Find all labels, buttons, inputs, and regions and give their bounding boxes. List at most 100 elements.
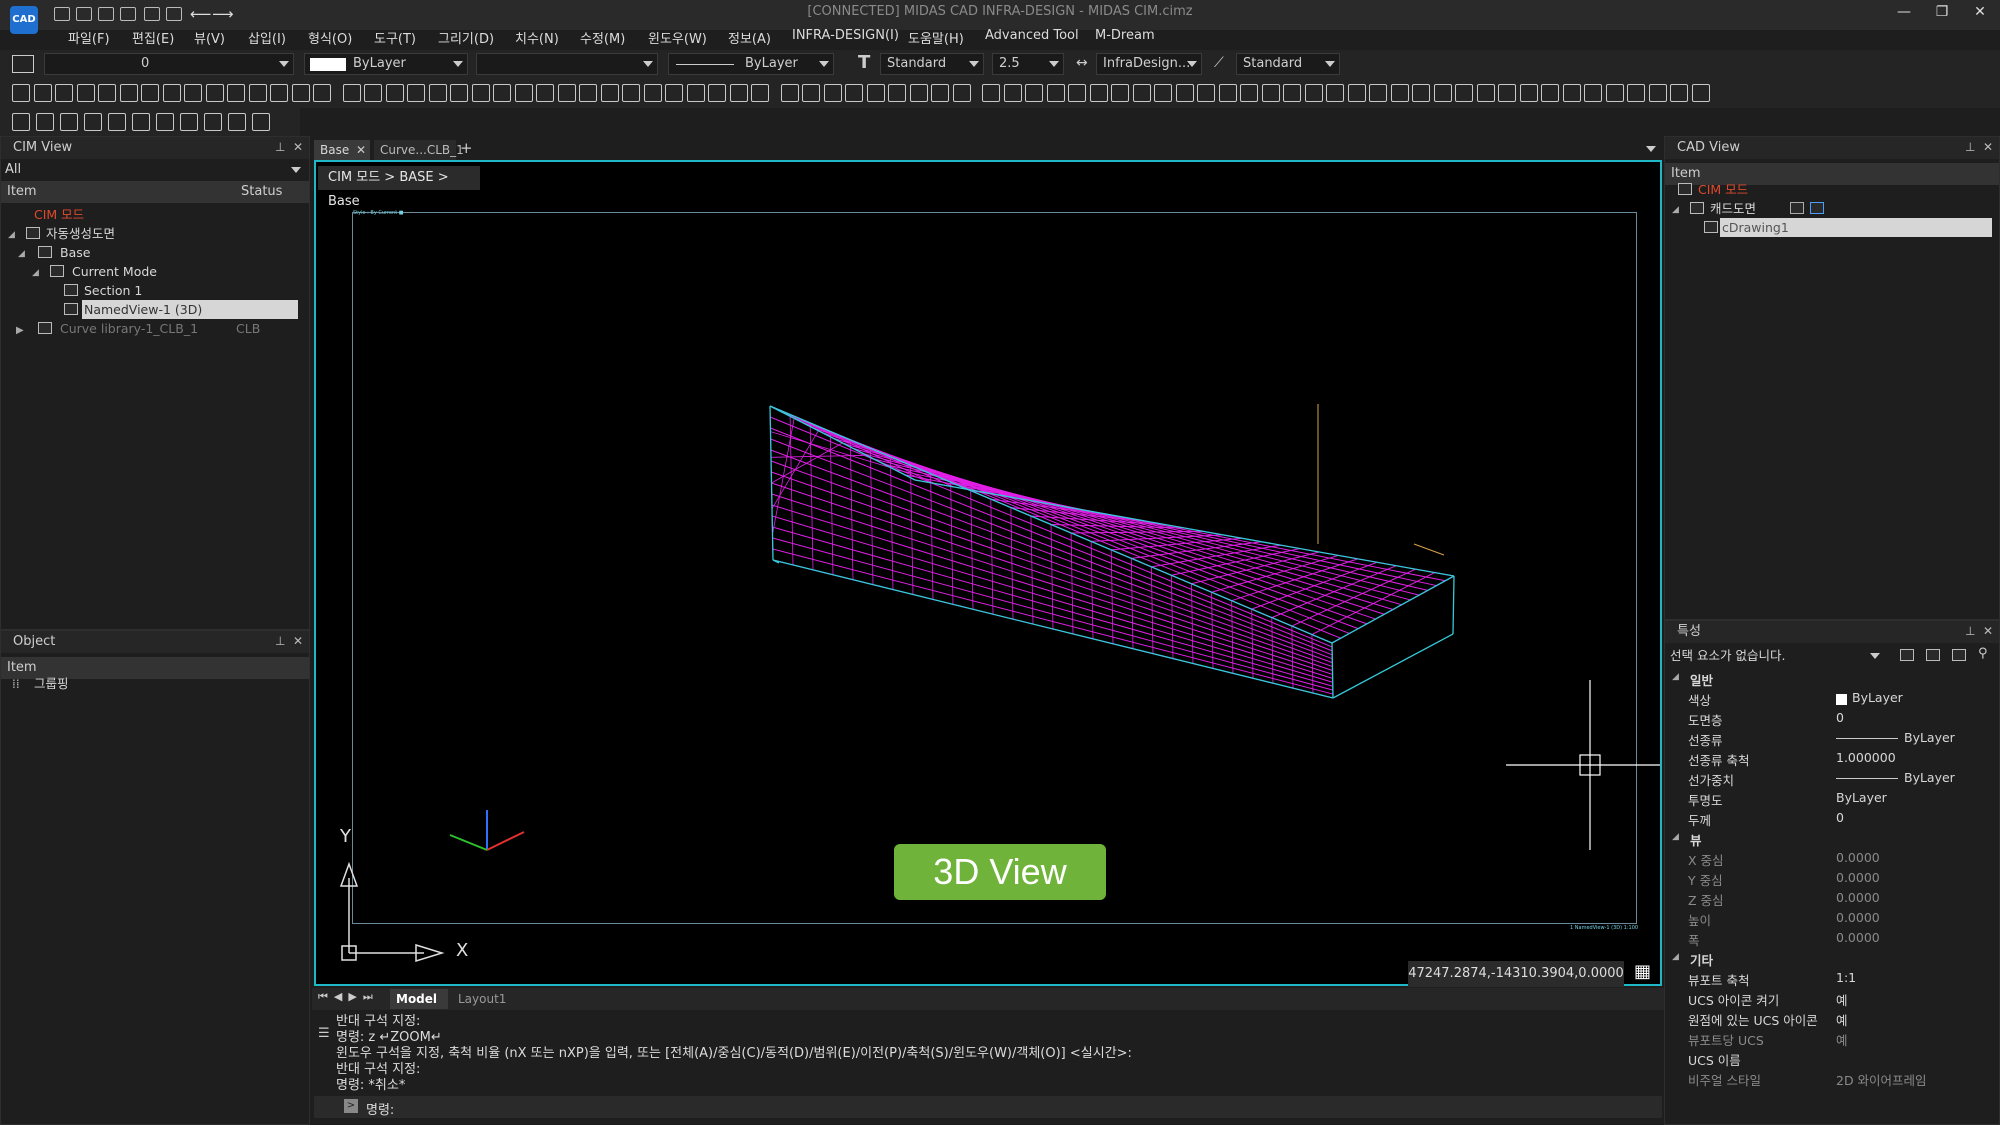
toolbar-tool-icon[interactable] [141,84,159,102]
view-tool-icon[interactable] [108,113,126,131]
toolbar-tool-icon[interactable] [55,84,73,102]
prop-value[interactable]: 0.0000 [1836,910,1880,925]
view-tool-icon[interactable] [84,113,102,131]
toolbar-tool-icon[interactable] [1691,84,1710,102]
toolbar-tool-icon[interactable] [1562,84,1581,102]
toolbar-tool-icon[interactable] [407,84,425,102]
toolbar-tool-icon[interactable] [1089,84,1108,102]
toolbar-tool-icon[interactable] [1455,84,1473,102]
view-tool-icon[interactable] [252,113,270,131]
toolbar-tool-icon[interactable] [1433,84,1452,102]
grid-layout-icon[interactable]: ▦ [1634,962,1654,982]
layer-select[interactable]: 0 [44,53,294,75]
toolbar-tool-icon[interactable] [708,84,726,102]
menu-edit[interactable]: 편집(E) [132,28,174,47]
toolbar-tool-icon[interactable] [1025,84,1043,102]
view-tool-icon[interactable] [60,113,78,131]
toolbar-tool-icon[interactable] [751,84,769,102]
collapse-icon[interactable]: ◢ [1672,672,1679,682]
prop-value[interactable]: ByLayer [1904,730,1955,745]
layer-manager-icon[interactable] [12,55,34,73]
toolbar-tool-icon[interactable] [385,84,404,102]
toolbar-tool-icon[interactable] [205,84,224,102]
toolbar-tool-icon[interactable] [98,84,116,102]
view-tool-icon[interactable] [36,113,54,131]
menu-m-dream[interactable]: M-Dream [1095,28,1155,43]
toolbar-tool-icon[interactable] [1670,84,1688,102]
menu-lines-icon[interactable]: ☰ [318,1026,330,1041]
select-objects-icon[interactable] [1926,649,1940,661]
menu-view[interactable]: 뷰(V) [194,28,225,47]
command-input[interactable]: > 명령: [314,1096,1662,1118]
toolbar-tool-icon[interactable] [536,84,554,102]
view-tool-icon[interactable] [180,113,198,131]
toolbar-tool-icon[interactable] [1175,84,1194,102]
object-grouping[interactable]: 그룹핑 [34,674,69,693]
prop-value[interactable]: 0.0000 [1836,850,1880,865]
toolbar-tool-icon[interactable] [270,84,288,102]
prop-value[interactable]: 예 [1836,1030,1848,1049]
layout-nav-icons[interactable]: ⏮◀▶⏭ [318,990,379,1004]
prop-value[interactable]: 예 [1836,990,1848,1009]
toolbar-tool-icon[interactable] [845,84,863,102]
cad-tree-cdrawing1[interactable]: cDrawing1 [1720,218,1992,237]
toolbar-tool-icon[interactable] [1283,84,1301,102]
toolbar-tool-icon[interactable] [823,84,842,102]
toolbar-tool-icon[interactable] [888,84,906,102]
prop-value[interactable]: 0.0000 [1836,890,1880,905]
toolbar-tool-icon[interactable] [1412,84,1430,102]
toolbar-tool-icon[interactable] [248,84,267,102]
tab-list-chevron-icon[interactable] [1646,146,1656,152]
pin-icon[interactable]: ⊥ [275,634,285,648]
toolbar-tool-icon[interactable] [291,84,310,102]
toolbar-tool-icon[interactable] [1046,84,1065,102]
toolbar-tool-icon[interactable] [909,84,928,102]
toolbar-tool-icon[interactable] [1605,84,1624,102]
menu-help[interactable]: 도움말(H) [908,28,964,47]
prop-section[interactable]: 뷰 [1690,830,1702,849]
toolbar-tool-icon[interactable] [1390,84,1409,102]
toolbar-tool-icon[interactable] [514,84,533,102]
prop-section[interactable]: 기타 [1690,950,1713,969]
toolbar-tool-icon[interactable] [33,84,52,102]
view-tool-icon[interactable] [132,113,150,131]
tab-base[interactable]: Base ✕ [314,140,370,160]
menu-tools[interactable]: 도구(T) [374,28,416,47]
toolbar-tool-icon[interactable] [1347,84,1366,102]
menu-advanced-tool[interactable]: Advanced Tool [985,28,1079,43]
menu-format[interactable]: 형식(O) [308,28,352,47]
mleader-style-select[interactable]: Standard [1236,53,1340,75]
menu-dimension[interactable]: 치수(N) [515,28,559,47]
close-icon[interactable]: ✕ [1983,624,1993,638]
menu-modify[interactable]: 수정(M) [580,28,625,47]
text-size-select[interactable]: 2.5 [992,53,1064,75]
toolbar-tool-icon[interactable] [1111,84,1129,102]
tab-layout1[interactable]: Layout1 [452,989,514,1009]
toolbar-tool-icon[interactable] [493,84,511,102]
toolbar-tool-icon[interactable] [227,84,245,102]
toolbar-tool-icon[interactable] [931,84,949,102]
tree-auto-drawing[interactable]: 자동생성도면 [46,224,115,243]
toolbar-tool-icon[interactable] [780,84,799,102]
menu-info[interactable]: 정보(A) [728,28,771,47]
toolbar-tool-icon[interactable] [729,84,748,102]
prop-value[interactable]: 2D 와이어프레임 [1836,1070,1927,1089]
prop-value[interactable]: 0 [1836,810,1844,825]
tab-model[interactable]: Model [390,989,448,1009]
toolbar-tool-icon[interactable] [1261,84,1280,102]
menu-window[interactable]: 윈도우(W) [648,28,707,47]
toolbar-tool-icon[interactable] [119,84,138,102]
toolbar-tool-icon[interactable] [1003,84,1022,102]
tree-base[interactable]: Base [60,243,90,262]
menu-draw[interactable]: 그리기(D) [438,28,494,47]
prop-section[interactable]: 일반 [1690,670,1713,689]
toolbar-tool-icon[interactable] [802,84,820,102]
toggle-pickadd-icon[interactable] [1900,649,1914,661]
toolbar-tool-icon[interactable] [1476,84,1495,102]
pin-icon[interactable]: ⊥ [1965,140,1975,154]
toolbar-tool-icon[interactable] [665,84,683,102]
toolbar-tool-icon[interactable] [1132,84,1151,102]
dim-style-select[interactable]: InfraDesign... [1096,53,1202,75]
prop-value[interactable]: 1:1 [1836,970,1856,985]
toolbar-tool-icon[interactable] [76,84,95,102]
